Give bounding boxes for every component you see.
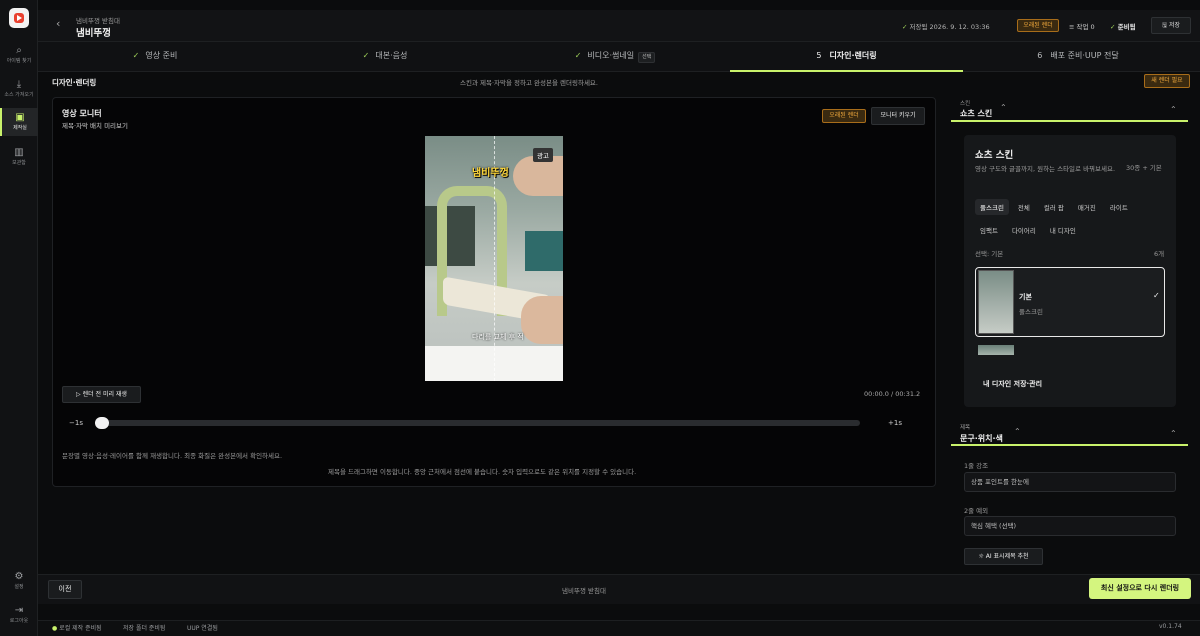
tab-light[interactable]: 라이트 (1105, 199, 1133, 215)
sidebar-item-settings[interactable]: ⚙ 설정 (0, 570, 38, 594)
new-render-button[interactable]: 새 렌더 필요 (1144, 74, 1190, 88)
ready-status: ✓ 준비됨 (1110, 23, 1136, 31)
monitor-subtitle: 제목·자막 배치 미리보기 (62, 122, 128, 130)
collapse-icon[interactable]: ⌃ (1170, 429, 1177, 438)
skin-desc: 영상 구도와 글꼴까지, 원하는 스타일로 바꿔보세요. (975, 165, 1116, 173)
film-icon: ▣ (15, 112, 25, 123)
collapse-icon[interactable]: ⌃ (1000, 103, 1007, 112)
skin-option-name: 기본 (1019, 293, 1032, 301)
video-preview[interactable]: 광고 냄비뚜껑 다리를 교체 후 적 (425, 136, 563, 381)
selected-label: 선택: 기본 (975, 250, 1004, 258)
section-hint: 스킨과 제목·자막을 정하고 완성본을 렌더링하세요. (460, 79, 598, 87)
skin-thumbnail (978, 270, 1014, 334)
skin-option-sub: 풀스크린 (1019, 308, 1043, 316)
hand-bottom (521, 296, 563, 344)
time-readout: 00:00.0 / 00:31.2 (864, 390, 921, 398)
skin-kicker: 스킨 (960, 101, 971, 107)
skin-section-title: 쇼츠 스킨 (960, 109, 993, 118)
ai-title-button[interactable]: ☼ AI 표시제목 추천 (964, 548, 1043, 565)
hand-top (513, 156, 563, 196)
version-label: v0.1.74 (1159, 623, 1182, 630)
section-underline (951, 444, 1188, 446)
seek-back-button[interactable]: −1s (69, 419, 83, 427)
play-icon: ▷ (76, 391, 81, 398)
section-underline (951, 120, 1188, 122)
status-folder: 저장 폴더 준비됨 (123, 625, 166, 632)
line2-input[interactable]: 핵심 혜택 (선택) (964, 516, 1176, 536)
saved-status: ✓ 저장됨 2026. 9. 12. 03:36 (902, 23, 990, 31)
collapse-icon[interactable]: ⌃ (1170, 105, 1177, 114)
step-deploy[interactable]: 6 배포 준비·UUP 전달 (963, 42, 1193, 72)
video-caption-overlay[interactable]: 다리를 교체 후 적 (472, 332, 524, 342)
skin-thumbnail-next[interactable] (978, 345, 1014, 355)
sparkle-icon: ☼ (978, 553, 984, 560)
tab-diary[interactable]: 다이어리 (1007, 222, 1041, 238)
sidebar-item-import[interactable]: ⤓ 소스 가져오기 (0, 76, 38, 102)
background-jar (525, 231, 563, 271)
check-icon: ✓ (1153, 291, 1160, 300)
tab-all[interactable]: 전체 (1013, 199, 1035, 215)
monitor-note: 문장별 영상·음성·레이어를 함께 재생합니다. 최종 화질은 완성본에서 확인… (62, 452, 283, 460)
breadcrumb: 냄비뚜껑 받침대 (76, 17, 120, 25)
section-title: 디자인·렌더링 (52, 78, 97, 87)
drag-hint: 제목을 드래그하면 이동합니다. 중앙 근처에서 점선에 붙습니다. 숫자 입력… (328, 468, 637, 476)
step-design-render[interactable]: 5 디자인·렌더링 (730, 42, 963, 72)
sidebar-item-logout[interactable]: ⇥ 로그아웃 (0, 604, 38, 628)
save-icon: 🖫 (1161, 22, 1168, 29)
download-icon: ⤓ (16, 79, 22, 90)
stale-render-badge: 오래된 렌더 (822, 109, 866, 123)
skin-count: 30종 + 기본 (1126, 164, 1162, 172)
step-video-thumb[interactable]: ✓ 비디오·썸네일 선택 (500, 42, 730, 72)
app-logo[interactable] (9, 8, 29, 28)
title-kicker: 제목 (960, 425, 971, 431)
library-icon: ▥ (14, 147, 24, 158)
timeline-knob[interactable] (95, 417, 109, 429)
footer-project-name: 냄비뚜껑 받침대 (562, 587, 606, 595)
ad-badge: 광고 (533, 148, 553, 162)
title-section-title: 문구·위치·색 (960, 434, 1003, 443)
step-video-prep[interactable]: ✓ 영상 준비 (40, 42, 270, 72)
check-icon: ✓ (132, 51, 140, 60)
list-icon: ≡ (1069, 23, 1075, 31)
check-icon: ✓ (362, 51, 370, 60)
line1-label: 1줄 강조 (964, 462, 989, 470)
save-button[interactable]: 🖫 저장 (1151, 17, 1191, 34)
video-title-overlay[interactable]: 냄비뚜껑 (472, 164, 509, 179)
footer-bar (38, 574, 1200, 604)
page-title: 냄비뚜껑 (76, 28, 111, 39)
stale-render-badge: 오래된 렌더 (1017, 19, 1059, 32)
rerender-button[interactable]: 최신 설정으로 다시 렌더링 (1089, 578, 1191, 599)
jobs-indicator[interactable]: ≡ 작업 0 (1069, 21, 1095, 31)
line2-label: 2줄 예외 (964, 507, 989, 515)
skin-tabs-row2: 임팩트 다이어리 내 디자인 (975, 222, 1175, 238)
status-uup: UUP 연결됨 (187, 625, 218, 632)
timeline-track[interactable] (95, 420, 860, 426)
sidebar-item-library[interactable]: ▥ 보관함 (0, 144, 38, 170)
skin-tabs: 풀스크린 전체 컬러 팝 매거진 라이트 (975, 199, 1175, 215)
gear-icon: ⚙ (14, 571, 24, 582)
preview-play-button[interactable]: ▷ 렌더 전 미리 재생 (62, 386, 141, 403)
sidebar-item-find[interactable]: ⌕ 아이템 찾기 (0, 42, 38, 68)
monitor-title: 영상 모니터 (62, 109, 102, 118)
search-icon: ⌕ (16, 45, 22, 56)
skin-item-count: 6개 (1154, 250, 1165, 258)
prev-button[interactable]: 이전 (48, 580, 82, 599)
skin-card-title: 쇼츠 스킨 (975, 150, 1014, 161)
status-local: ● 로컬 제작 준비됨 (52, 625, 102, 632)
logout-icon: ⇥ (14, 605, 24, 616)
seek-forward-button[interactable]: +1s (888, 419, 902, 427)
back-icon[interactable]: ‹ (56, 17, 60, 30)
tab-magazine[interactable]: 매거진 (1073, 199, 1101, 215)
my-design-link[interactable]: 내 디자인 저장·관리 (983, 379, 1042, 389)
tab-my-design[interactable]: 내 디자인 (1045, 222, 1081, 238)
collapse-icon[interactable]: ⌃ (1014, 427, 1021, 436)
enlarge-monitor-button[interactable]: 모니터 키우기 (871, 107, 925, 125)
step-script-voice[interactable]: ✓ 대본·음성 (270, 42, 500, 72)
tab-color-pop[interactable]: 컬러 팝 (1039, 199, 1069, 215)
tab-fullscreen[interactable]: 풀스크린 (975, 199, 1009, 215)
sidebar-item-studio[interactable]: ▣ 제작실 (0, 108, 38, 136)
line1-input[interactable]: 상품 포인트를 한눈에 (964, 472, 1176, 492)
check-icon: ✓ (574, 51, 582, 60)
tab-impact[interactable]: 임팩트 (975, 222, 1003, 238)
